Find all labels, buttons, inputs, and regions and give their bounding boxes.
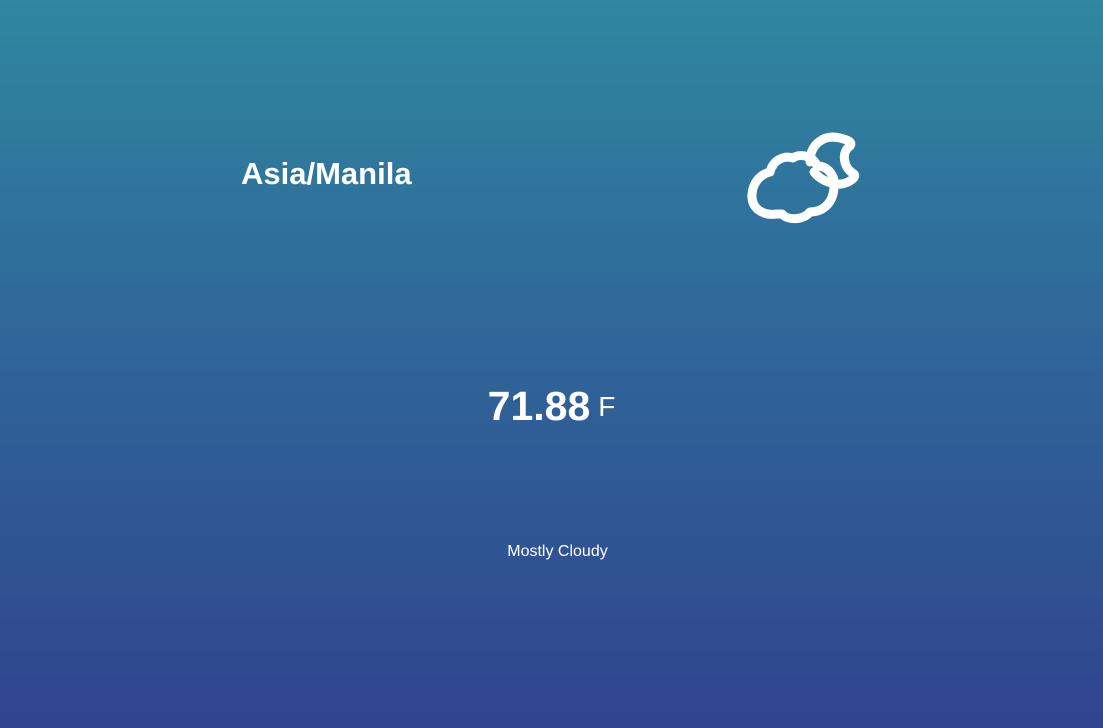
weather-app: Asia/Manila 71.88 F Mostly Cloudy [0,0,1103,728]
cloud-shape [747,151,839,224]
weather-summary: Mostly Cloudy [507,543,608,560]
temperature-value: 71.88 [487,383,591,429]
temperature-unit: F [598,391,616,422]
temperature-readout: 71.88 F [0,383,1103,430]
partly-cloudy-night-icon [744,130,860,234]
location-timezone: Asia/Manila [241,156,412,191]
